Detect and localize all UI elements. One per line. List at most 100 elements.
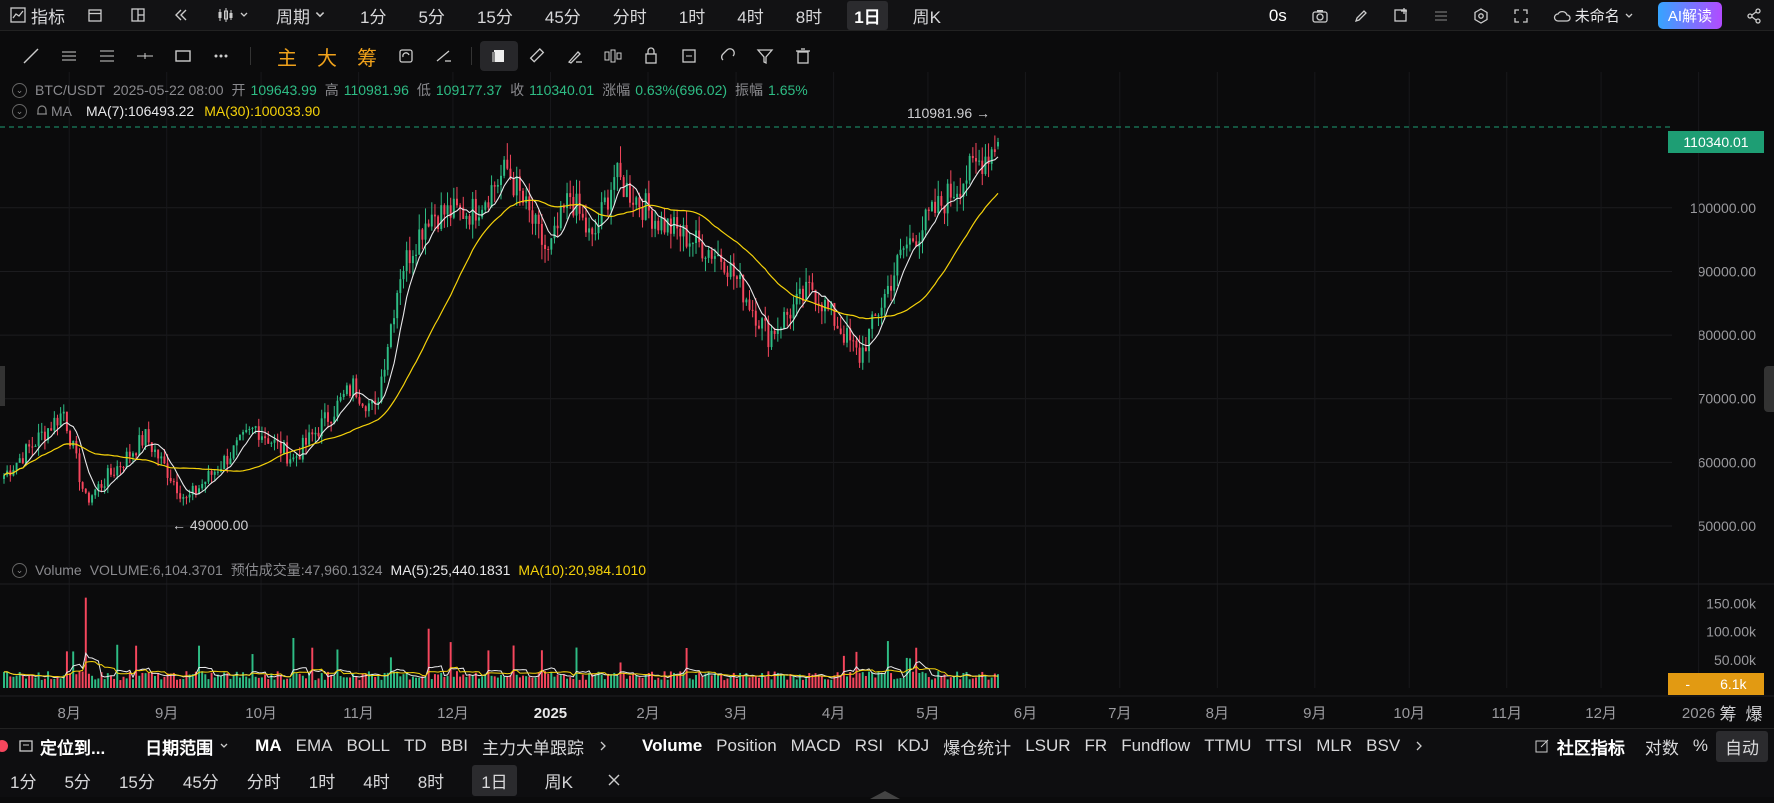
sub-indicator-3[interactable]: RSI	[855, 736, 883, 756]
chevron-right-icon[interactable]	[598, 740, 608, 752]
sub-indicator-12[interactable]: BSV	[1366, 736, 1400, 756]
interval-tab-3[interactable]: 45分	[538, 1, 588, 30]
interval-tab-0[interactable]: 1分	[10, 768, 36, 793]
calendar-button[interactable]	[87, 7, 108, 23]
close-icon[interactable]	[607, 773, 621, 787]
interval-tab-4[interactable]: 分时	[606, 1, 654, 30]
chip-toggle[interactable]: 筹	[357, 42, 377, 71]
sub-indicator-8[interactable]: Fundflow	[1121, 736, 1190, 756]
sub-indicator-4[interactable]: KDJ	[897, 736, 929, 756]
interval-tab-3[interactable]: 45分	[183, 768, 219, 793]
interval-tab-1[interactable]: 5分	[64, 768, 90, 793]
candle-body	[751, 309, 754, 311]
collapse-icon[interactable]: ⌄	[12, 562, 27, 578]
sub-indicator-0[interactable]: Volume	[642, 736, 702, 756]
sub-indicator-10[interactable]: TTSI	[1265, 736, 1302, 756]
candle-body	[100, 484, 103, 488]
interval-tab-8[interactable]: 1日	[472, 764, 517, 796]
big-order-toggle[interactable]: 大	[317, 42, 337, 71]
interval-tab-0[interactable]: 1分	[353, 1, 393, 30]
horizontal-lines-tool[interactable]	[50, 41, 88, 71]
right-panel-handle[interactable]	[1764, 366, 1774, 412]
main-indicator-4[interactable]: BBI	[441, 736, 468, 756]
main-indicator-1[interactable]: EMA	[296, 736, 333, 756]
layout-name-dropdown[interactable]: 未命名	[1553, 5, 1634, 26]
share-icon[interactable]	[1746, 7, 1762, 24]
interval-tab-7[interactable]: 8时	[789, 1, 829, 30]
magnet-tool[interactable]	[480, 41, 518, 71]
interval-tab-2[interactable]: 15分	[470, 1, 520, 30]
delete-tool[interactable]	[784, 41, 822, 71]
candle-body	[449, 205, 452, 218]
locate-button[interactable]: 定位到...	[40, 734, 105, 759]
left-resize-handle[interactable]	[0, 366, 5, 406]
main-indicator-0[interactable]: MA	[255, 736, 281, 756]
sync-tool[interactable]	[387, 41, 425, 71]
candlestick-icon	[218, 8, 233, 22]
collapse-icon[interactable]: ⌄	[12, 103, 27, 119]
community-indicators-button[interactable]: 社区指标	[1557, 734, 1625, 759]
sub-indicator-1[interactable]: Position	[716, 736, 776, 756]
interval-tab-5[interactable]: 1时	[309, 768, 335, 793]
sub-indicator-2[interactable]: MACD	[791, 736, 841, 756]
sub-indicator-9[interactable]: TTMU	[1204, 736, 1251, 756]
log-scale-toggle[interactable]: 对数	[1645, 734, 1679, 759]
price-chart[interactable]: 100000.00 90000.00 80000.00 70000.00 60000.0…	[0, 72, 1774, 728]
add-note-icon[interactable]	[1393, 7, 1409, 24]
fullscreen-icon[interactable]	[1513, 8, 1529, 24]
filter-tool[interactable]	[746, 41, 784, 71]
interval-tab-2[interactable]: 15分	[119, 768, 155, 793]
interval-tab-5[interactable]: 1时	[672, 1, 712, 30]
interval-tab-9[interactable]: 周K	[545, 768, 573, 793]
ai-interpret-button[interactable]: AI解读	[1657, 2, 1722, 29]
sub-indicator-5[interactable]: 爆仓统计	[943, 734, 1011, 759]
brush-tool[interactable]	[556, 41, 594, 71]
interval-tab-1[interactable]: 5分	[411, 1, 451, 30]
more-tools-button[interactable]	[202, 41, 240, 71]
sub-indicator-6[interactable]: LSUR	[1025, 736, 1070, 756]
camera-icon[interactable]	[1311, 8, 1329, 24]
chevron-right-icon[interactable]	[1414, 740, 1424, 752]
main-indicator-5[interactable]: 主力大单跟踪	[482, 734, 584, 759]
rectangle-tool[interactable]	[164, 41, 202, 71]
fib-tool[interactable]	[88, 41, 126, 71]
main-indicator-3[interactable]: TD	[404, 736, 427, 756]
interval-tab-8[interactable]: 1日	[847, 0, 888, 30]
interval-tab-4[interactable]: 分时	[247, 768, 281, 793]
link-tool[interactable]	[708, 41, 746, 71]
volume-bar	[635, 676, 638, 688]
auto-scale-toggle[interactable]: 自动	[1716, 730, 1768, 762]
sub-indicator-7[interactable]: FR	[1085, 736, 1108, 756]
main-force-toggle[interactable]: 主	[277, 42, 297, 71]
interval-tab-6[interactable]: 4时	[363, 768, 389, 793]
replay-button[interactable]	[173, 7, 194, 23]
trend-line-tool[interactable]	[12, 41, 50, 71]
note-tool[interactable]	[670, 41, 708, 71]
settings-icon[interactable]	[1473, 7, 1489, 24]
edit-icon[interactable]	[1353, 8, 1369, 24]
layout-button[interactable]	[130, 7, 151, 23]
collapse-handle-icon[interactable]	[870, 791, 900, 799]
interval-tab-7[interactable]: 8时	[418, 768, 444, 793]
pattern-tool[interactable]	[594, 41, 632, 71]
collapse-icon[interactable]: ⌄	[12, 82, 27, 98]
percent-scale-toggle[interactable]: %	[1693, 736, 1708, 756]
indicators-button[interactable]: 指标	[10, 3, 65, 28]
measure-tool[interactable]	[425, 41, 463, 71]
period-dropdown[interactable]: 周期	[276, 3, 331, 28]
volume-bar	[852, 677, 855, 688]
volume-bar	[47, 671, 50, 688]
date-range-dropdown[interactable]: 日期范围	[145, 734, 213, 759]
sub-indicator-11[interactable]: MLR	[1316, 736, 1352, 756]
menu-lines-icon[interactable]	[1433, 8, 1449, 24]
bell-icon[interactable]	[35, 104, 49, 118]
chart-type-button[interactable]	[216, 7, 254, 23]
interval-tab-6[interactable]: 4时	[730, 1, 770, 30]
main-indicator-2[interactable]: BOLL	[346, 736, 389, 756]
cross-line-tool[interactable]	[126, 41, 164, 71]
ruler-tool[interactable]	[518, 41, 556, 71]
volume-bar	[50, 679, 53, 688]
lock-tool[interactable]	[632, 41, 670, 71]
interval-tab-9[interactable]: 周K	[906, 1, 948, 30]
volume-bar	[625, 678, 628, 688]
